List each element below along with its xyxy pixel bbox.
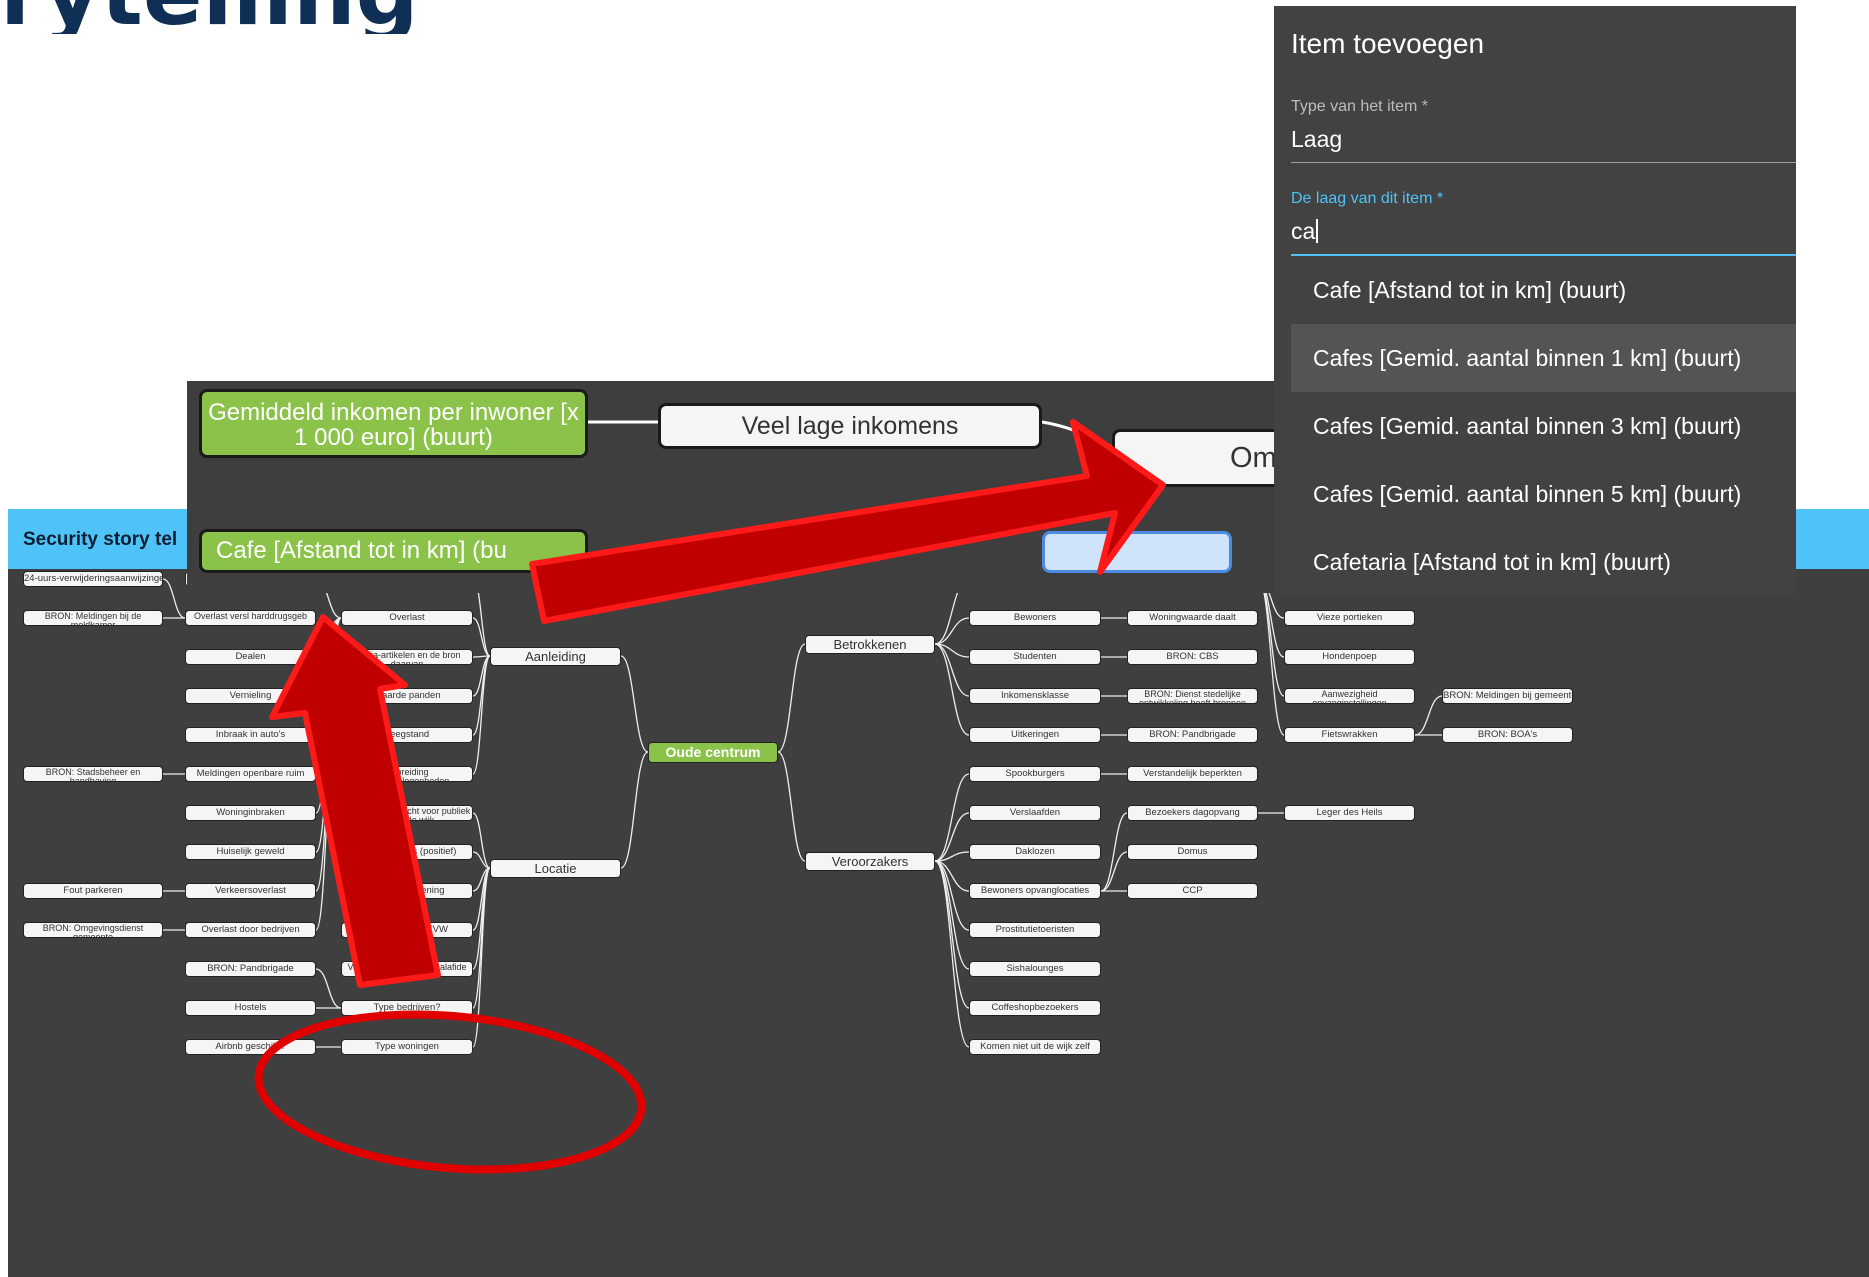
mindmap-node[interactable]: BRON: CBS xyxy=(1127,649,1258,665)
zoom-node-income[interactable]: Gemiddeld inkomen per inwoner [x 1 000 e… xyxy=(199,389,588,458)
mindmap-node[interactable]: BRON: Pandbrigade xyxy=(1127,727,1258,743)
option-cafe-afstand[interactable]: Cafe [Afstand tot in km] (buurt) xyxy=(1291,256,1796,324)
mindmap-node[interactable]: BRON: Stadsbeheer en handhaving xyxy=(23,766,163,782)
mindmap-node[interactable]: Bezoekers dagopvang xyxy=(1127,805,1258,821)
mindmap-node[interactable]: Huiselijk geweld xyxy=(185,844,316,860)
mindmap-node[interactable]: Verstandelijk beperkten xyxy=(1127,766,1258,782)
type-field-label: Type van het item * xyxy=(1291,98,1428,115)
mindmap-node[interactable]: Daklozen xyxy=(969,844,1101,860)
zoom-node-low-income[interactable]: Veel lage inkomens xyxy=(658,403,1042,449)
mindmap-node[interactable]: Leegstand xyxy=(341,727,473,743)
mindmap-node[interactable]: 24-uurs-verwijderingsaanwijzingen xyxy=(23,571,163,587)
mindmap-node[interactable]: CCP xyxy=(1127,883,1258,899)
mindmap-node[interactable]: Hondenpoep xyxy=(1284,649,1415,665)
mindmap-node[interactable]: Studenten xyxy=(969,649,1101,665)
mindmap-node[interactable]: Groenvoorziening xyxy=(341,883,473,899)
mindmap-canvas[interactable]: Oude centrum Aanleiding Locatie Betrokke… xyxy=(8,569,1869,1277)
mindmap-node[interactable]: Vieze portieken xyxy=(1284,610,1415,626)
mindmap-node[interactable]: Verslaafden xyxy=(969,805,1101,821)
option-cafetaria[interactable]: Cafetaria [Afstand tot in km] (buurt) xyxy=(1291,528,1796,594)
mindmap-node[interactable]: Spookburgers xyxy=(969,766,1101,782)
mindmap-node[interactable]: Overlast xyxy=(341,610,473,626)
mindmap-node[interactable]: Prostitutietoeristen xyxy=(969,922,1101,938)
mindmap-node[interactable]: Verhouding bonafide/malafide bedrijven? xyxy=(341,961,473,977)
branch-aanleiding[interactable]: Aanleiding xyxy=(490,647,621,666)
mindmap-node[interactable]: Bewoners xyxy=(969,610,1101,626)
mindmap-node[interactable]: Waarde panden xyxy=(341,688,473,704)
mindmap-node[interactable]: BRON: Omgevingsdienst gemeente xyxy=(23,922,163,938)
mindmap-node[interactable]: BRON: Meldingen bij de meldkamer xyxy=(23,610,163,626)
root-node[interactable]: Oude centrum xyxy=(648,742,778,763)
dialog-title: Item toevoegen xyxy=(1291,28,1485,59)
type-field-value[interactable]: Laag xyxy=(1291,126,1342,153)
mindmap-node[interactable]: Woningwaarde daalt xyxy=(1127,610,1258,626)
mindmap-node[interactable]: Verkeersoverlast xyxy=(185,883,316,899)
mindmap-node[interactable]: Aanwezigheid opvanginstellingen xyxy=(1284,688,1415,704)
mindmap-node[interactable]: Woninginbraken xyxy=(185,805,316,821)
branch-locatie[interactable]: Locatie xyxy=(490,859,621,878)
branch-betrokkenen[interactable]: Betrokkenen xyxy=(805,635,935,654)
slide-title: rytelling xyxy=(0,0,419,34)
branch-veroorzakers[interactable]: Veroorzakers xyxy=(805,852,935,871)
mindmap-node[interactable]: Pop-up-stores (positief) xyxy=(341,844,473,860)
mindmap-app: Security story tel Oude centrum Aanleidi… xyxy=(8,509,1869,1277)
mindmap-node[interactable]: Komen niet uit de wijk zelf xyxy=(969,1039,1101,1055)
layer-field-label: De laag van dit item * xyxy=(1291,190,1444,207)
mindmap-node[interactable]: Bewoners opvanglocaties xyxy=(969,883,1101,899)
mindmap-node[interactable]: Hostels xyxy=(185,1000,316,1016)
mindmap-node[interactable]: Domus xyxy=(1127,844,1258,860)
mindmap-node[interactable]: Uitbreiding horecagelegenheden xyxy=(341,766,473,782)
layer-input-value: ca xyxy=(1291,218,1316,244)
mindmap-node[interactable]: Meldingen openbare ruim xyxy=(185,766,316,782)
mindmap-node[interactable]: Media-artikelen en de bron daarvan xyxy=(341,649,473,665)
mindmap-node[interactable]: Overlast door bedrijven xyxy=(185,922,316,938)
add-item-dialog: Item toevoegen Type van het item * Laag … xyxy=(1274,6,1796,594)
mindmap-node[interactable]: BRON: Dienst stedelijke ontwikkeling hee… xyxy=(1127,688,1258,704)
mindmap-node[interactable]: Fietswrakken xyxy=(1284,727,1415,743)
mindmap-node[interactable]: Airbnb geschikt? xyxy=(185,1039,316,1055)
mindmap-node[interactable]: BRON: BOA's xyxy=(1442,727,1573,743)
app-title: Security story tel xyxy=(23,529,178,550)
zoom-node-cafe[interactable]: Cafe [Afstand tot in km] (bu xyxy=(199,529,588,573)
text-caret xyxy=(1316,219,1319,243)
mindmap-node[interactable]: Dealen xyxy=(185,649,316,665)
mindmap-node[interactable]: Coffeshopbezoekers xyxy=(969,1000,1101,1016)
type-field-underline xyxy=(1291,162,1796,163)
option-cafes-5km[interactable]: Cafes [Gemid. aantal binnen 5 km] (buurt… xyxy=(1291,460,1796,528)
zoom-node-selected[interactable] xyxy=(1042,531,1232,573)
mindmap-node[interactable]: aantrekkingskracht voor publiek buiten d… xyxy=(341,805,473,821)
option-cafes-1km[interactable]: Cafes [Gemid. aantal binnen 1 km] (buurt… xyxy=(1291,324,1796,392)
layer-input[interactable]: ca xyxy=(1291,218,1319,245)
mindmap-node[interactable]: Inbraak in auto's xyxy=(185,727,316,743)
mindmap-node[interactable]: Type woningen xyxy=(341,1039,473,1055)
mindmap-node[interactable]: Leger des Heils xyxy=(1284,805,1415,821)
mindmap-node[interactable]: Inkomensklasse xyxy=(969,688,1101,704)
option-cafes-3km[interactable]: Cafes [Gemid. aantal binnen 3 km] (buurt… xyxy=(1291,392,1796,460)
mindmap-node[interactable]: Overlast versl harddrugsgeb xyxy=(185,610,316,626)
mindmap-node[interactable]: BRON: Pandbrigade xyxy=(185,961,316,977)
mindmap-node[interactable]: Vernieling xyxy=(185,688,316,704)
mindmap-node[interactable]: Fout parkeren xyxy=(23,883,163,899)
mindmap-node[interactable]: Sishalounges xyxy=(969,961,1101,977)
mindmap-node[interactable]: Panden met PKVW xyxy=(341,922,473,938)
mindmap-node[interactable]: Type bedrijven? xyxy=(341,1000,473,1016)
mindmap-node[interactable]: BRON: Meldingen bij gemeente xyxy=(1442,688,1573,704)
mindmap-node[interactable]: Uitkeringen xyxy=(969,727,1101,743)
